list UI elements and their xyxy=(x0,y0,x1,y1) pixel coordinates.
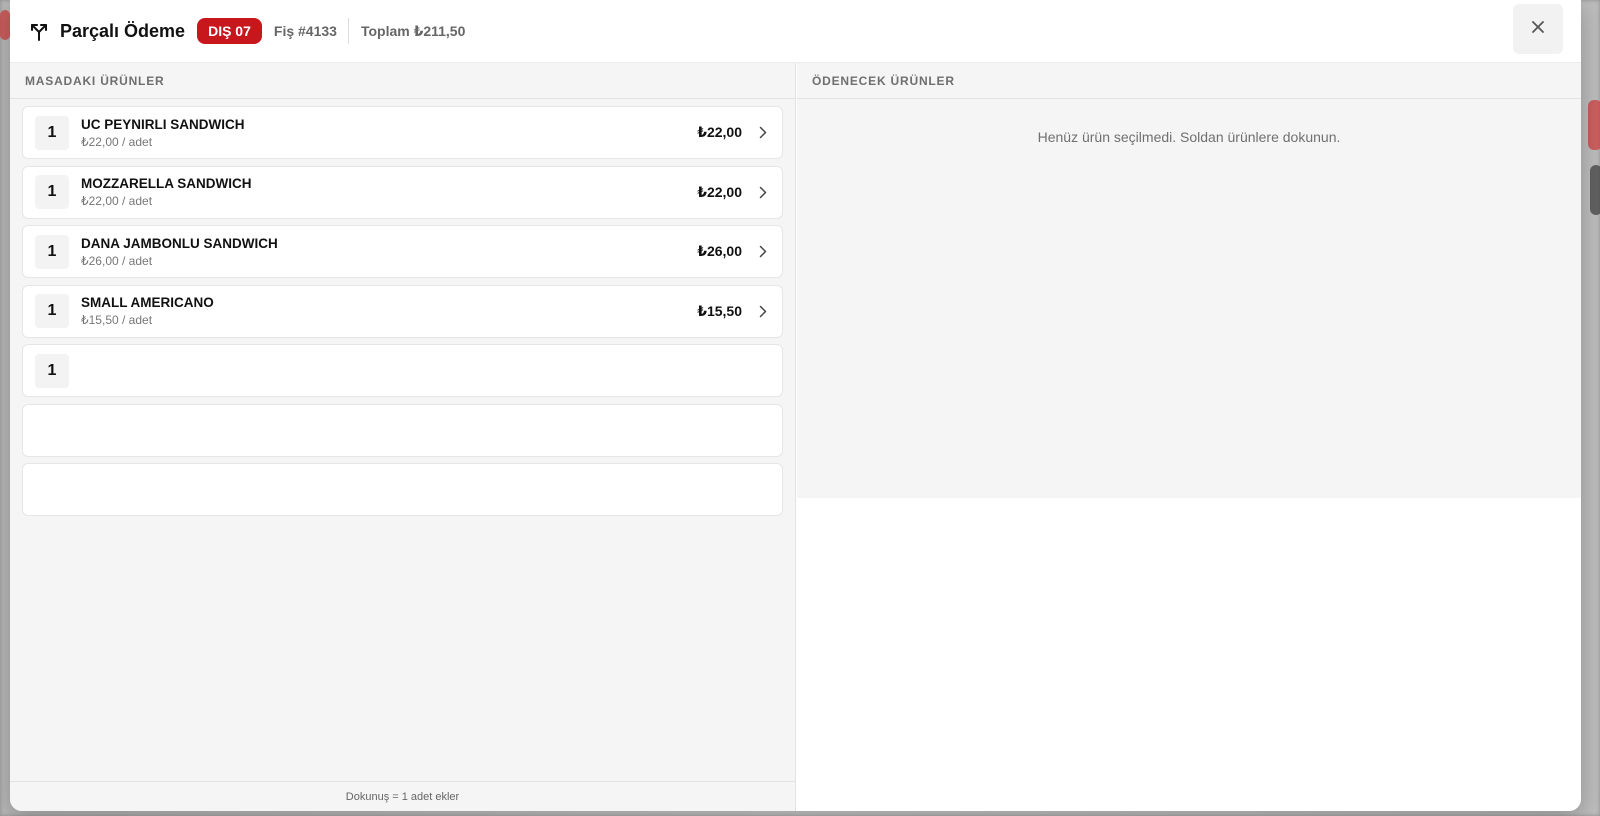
item-info: UC PEYNIRLI SANDWICH ₺22,00 / adet xyxy=(81,117,697,149)
item-quantity: 1 xyxy=(35,175,69,209)
table-badge: DIŞ 07 xyxy=(197,18,262,44)
items-to-pay-heading: ÖDENECEK ÜRÜNLER xyxy=(797,63,1581,99)
item-price: ₺15,50 xyxy=(697,302,742,319)
list-item[interactable]: 1 UC PEYNIRLI SANDWICH ₺22,00 / adet ₺22… xyxy=(22,106,783,159)
table-items-heading: MASADAKI ÜRÜNLER xyxy=(10,63,795,99)
modal-title: Parçalı Ödeme xyxy=(60,20,186,41)
list-item[interactable]: 1 MOZZARELLA SANDWICH ₺22,00 / adet ₺22,… xyxy=(22,165,783,219)
item-unit-price: ₺22,00 / adet xyxy=(81,194,153,208)
item-info xyxy=(81,369,770,372)
item-quantity: 1 xyxy=(35,234,69,269)
item-info: DANA JAMBONLU SANDWICH ₺26,00 / adet xyxy=(81,236,697,268)
table-items-list: 1 UC PEYNIRLI SANDWICH ₺22,00 / adet ₺22… xyxy=(10,99,795,516)
receipt-number: Fiş #4133 xyxy=(274,18,349,44)
list-item[interactable] xyxy=(22,463,783,516)
table-items-pane: MASADAKI ÜRÜNLER 1 UC PEYNIRLI SANDWICH … xyxy=(10,63,796,811)
item-quantity: 1 xyxy=(35,353,69,388)
tap-hint: Dokunuş = 1 adet ekler xyxy=(10,781,795,811)
backdrop-red-block-left xyxy=(0,10,10,40)
list-item[interactable] xyxy=(22,403,783,457)
item-quantity: 1 xyxy=(35,115,69,150)
item-name: SMALL AMERICANO xyxy=(81,295,214,310)
items-to-pay-pane: ÖDENECEK ÜRÜNLER Henüz ürün seçilmedi. S… xyxy=(797,63,1581,811)
item-name: UC PEYNIRLI SANDWICH xyxy=(81,116,245,132)
empty-state-message: Henüz ürün seçilmedi. Soldan ürünlere do… xyxy=(1037,129,1341,145)
chevron-right-icon xyxy=(756,185,770,199)
item-unit-price: ₺15,50 / adet xyxy=(81,313,153,327)
item-info: SMALL AMERICANO ₺15,50 / adet xyxy=(81,295,697,327)
chevron-right-icon xyxy=(756,245,770,259)
item-name: MOZZARELLA SANDWICH xyxy=(81,176,252,191)
item-price: ₺26,00 xyxy=(697,243,742,259)
backdrop-dark-block xyxy=(1590,165,1600,215)
split-payment-modal: Parçalı Ödeme DIŞ 07 Fiş #4133 Toplam ₺2… xyxy=(10,0,1581,811)
items-to-pay-area: ÖDENECEK ÜRÜNLER Henüz ürün seçilmedi. S… xyxy=(797,63,1581,498)
split-arrows-icon xyxy=(28,20,50,42)
item-price: ₺22,00 xyxy=(697,124,742,140)
item-price: ₺22,00 xyxy=(697,183,742,200)
list-item[interactable]: 1 SMALL AMERICANO ₺15,50 / adet ₺15,50 xyxy=(22,284,783,338)
total-amount: Toplam ₺211,50 xyxy=(360,22,466,39)
item-unit-price: ₺22,00 / adet xyxy=(81,134,153,149)
close-icon xyxy=(1531,20,1545,39)
list-item[interactable]: 1 DANA JAMBONLU SANDWICH ₺26,00 / adet ₺… xyxy=(22,225,783,278)
backdrop-red-block xyxy=(1588,100,1600,150)
close-button[interactable] xyxy=(1513,4,1563,54)
item-info: MOZZARELLA SANDWICH ₺22,00 / adet xyxy=(81,176,697,208)
modal-header: Parçalı Ödeme DIŞ 07 Fiş #4133 Toplam ₺2… xyxy=(10,0,1581,63)
item-name: DANA JAMBONLU SANDWICH xyxy=(81,235,278,251)
list-item[interactable]: 1 xyxy=(22,344,783,397)
chevron-right-icon xyxy=(756,126,770,140)
chevron-right-icon xyxy=(756,304,770,318)
item-unit-price: ₺26,00 / adet xyxy=(81,253,153,268)
item-quantity: 1 xyxy=(35,294,69,328)
